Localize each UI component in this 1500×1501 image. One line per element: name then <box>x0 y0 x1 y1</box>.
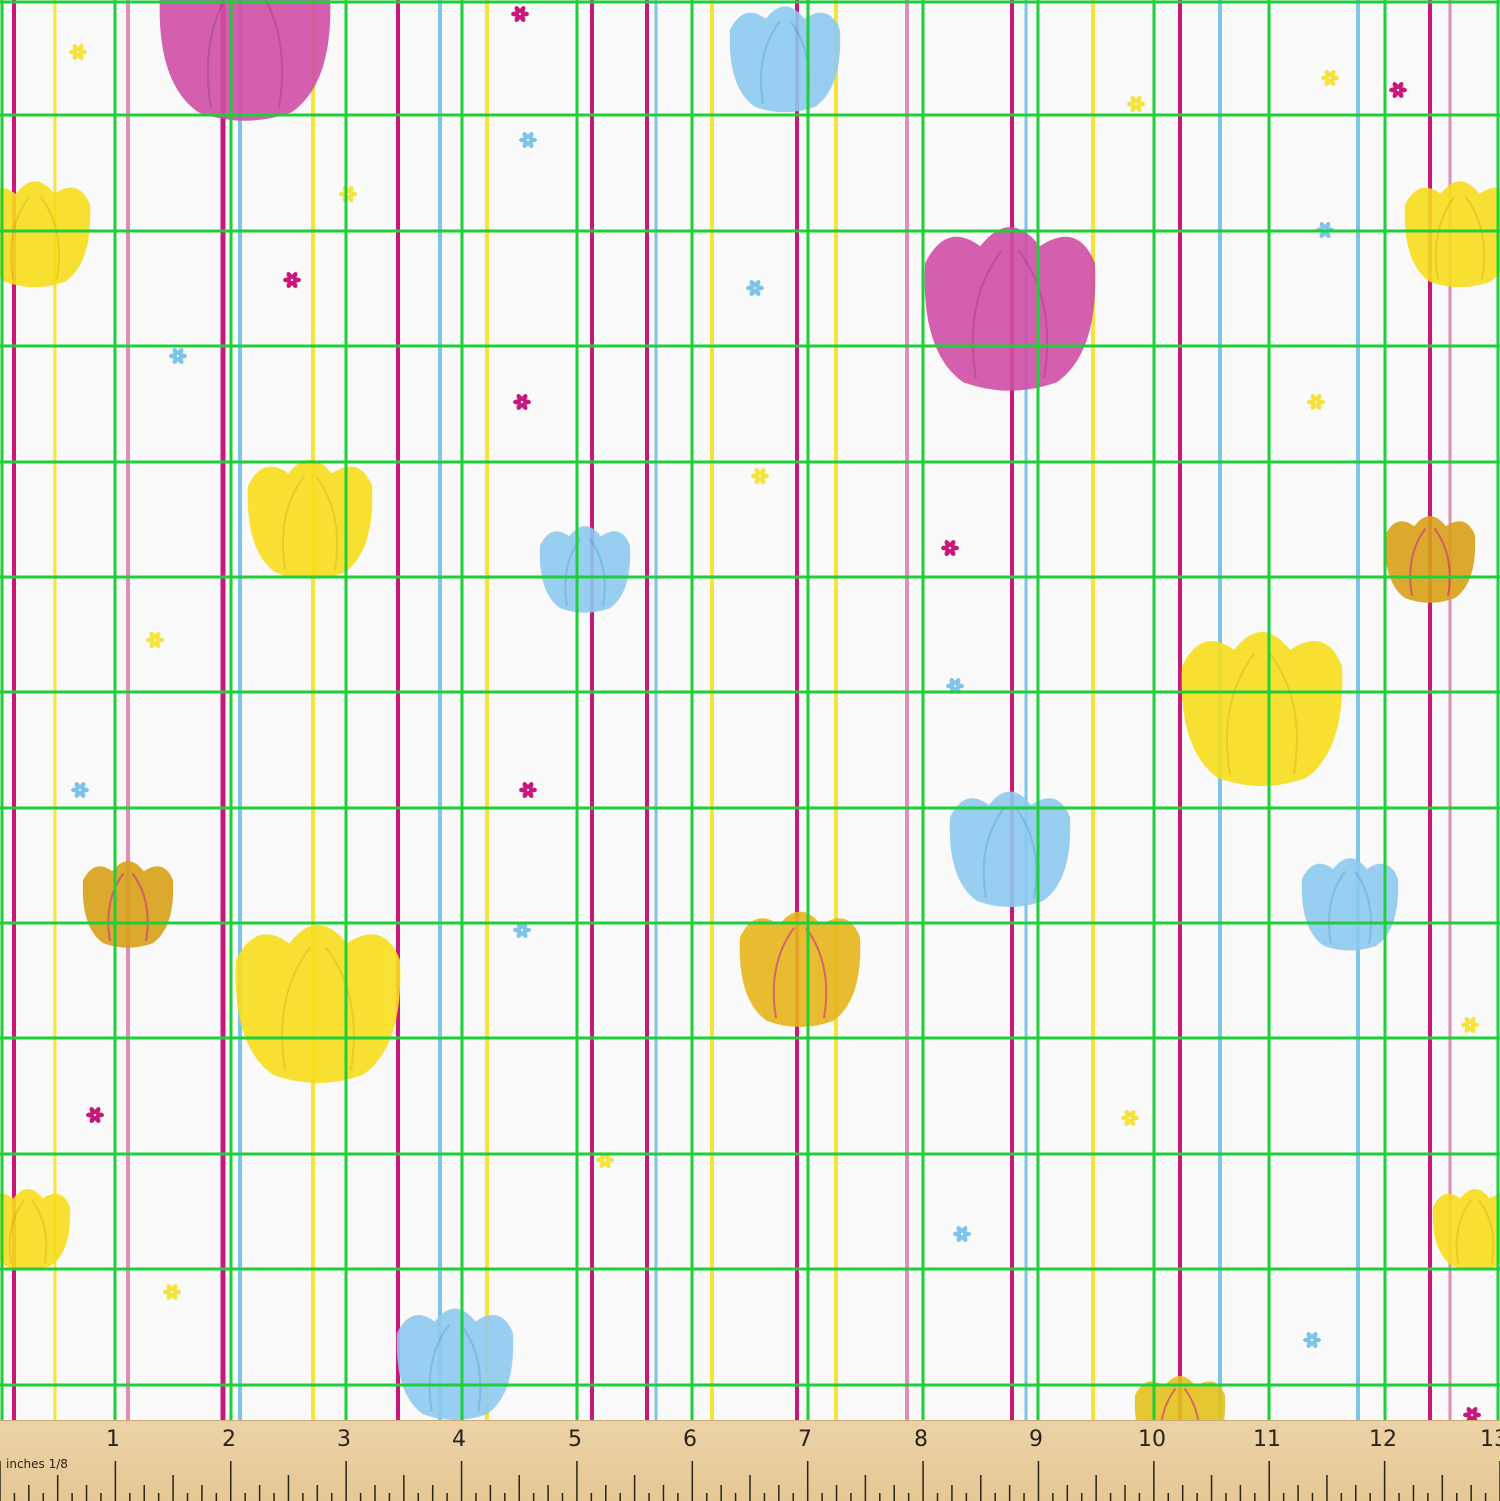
small-flower-icon <box>513 393 531 411</box>
stripe <box>220 0 226 1500</box>
tulip-icon <box>159 0 331 121</box>
ruler-number-6: 6 <box>683 1427 697 1452</box>
ruler-number-7: 7 <box>798 1427 812 1452</box>
stripe <box>654 0 658 1500</box>
stripe <box>1091 0 1095 1500</box>
stripe <box>1024 0 1028 1500</box>
small-flower-icon <box>86 1106 104 1124</box>
small-flower-icon <box>1303 1331 1321 1349</box>
small-flower-icon <box>146 631 164 649</box>
tulip-icon <box>1181 632 1343 786</box>
stripe <box>710 0 714 1500</box>
small-flower-icon <box>169 347 187 365</box>
stripe <box>1356 0 1360 1500</box>
small-flower-icon <box>511 5 529 23</box>
tulip-icon <box>0 1189 71 1270</box>
stripe <box>905 0 909 1500</box>
stripe <box>1178 0 1182 1500</box>
small-flower-icon <box>1461 1016 1479 1034</box>
tulip-icon <box>396 1308 514 1421</box>
tulip-icon <box>235 925 401 1083</box>
stripe <box>396 0 400 1500</box>
small-flower-icon <box>163 1283 181 1301</box>
ruler-number-4: 4 <box>452 1427 466 1452</box>
ruler-number-5: 5 <box>568 1427 582 1452</box>
small-flower-icon <box>1127 95 1145 113</box>
tulip-icon <box>1384 516 1476 603</box>
ruler-number-2: 2 <box>222 1427 236 1452</box>
tulip-icon <box>1432 1189 1500 1270</box>
small-flower-icon <box>339 185 357 203</box>
stripe <box>126 0 130 1500</box>
tulip-icon <box>0 181 91 288</box>
ruler-number-3: 3 <box>337 1427 351 1452</box>
small-flower-icon <box>283 271 301 289</box>
small-flower-icon <box>519 131 537 149</box>
fabric-swatch <box>0 0 1500 1500</box>
small-flower-icon <box>519 781 537 799</box>
stripe <box>1010 0 1014 1500</box>
tulip-icon <box>82 861 174 948</box>
stripe <box>834 0 838 1500</box>
tulip-icon <box>247 459 373 579</box>
ruler-number-13: 13 <box>1480 1427 1500 1452</box>
tulip-icon <box>729 6 841 113</box>
small-flower-icon <box>71 781 89 799</box>
stripe <box>238 0 242 1500</box>
ruler-number-8: 8 <box>914 1427 928 1452</box>
small-flower-icon <box>1389 81 1407 99</box>
ruler-number-11: 11 <box>1253 1427 1281 1452</box>
small-flower-icon <box>751 467 769 485</box>
tulip-icon <box>539 526 631 613</box>
measuring-ruler: inches 1/8 1 2 3 4 5 6 7 8 9 10 11 12 13 <box>0 1420 1500 1501</box>
stripe <box>485 0 489 1500</box>
small-flower-icon <box>69 43 87 61</box>
small-flower-icon <box>746 279 764 297</box>
stripe <box>645 0 649 1500</box>
tulip-icon <box>1404 181 1500 288</box>
tulip-icon <box>739 911 861 1027</box>
small-flower-icon <box>953 1225 971 1243</box>
small-flower-icon <box>1307 393 1325 411</box>
stripe <box>311 0 315 1500</box>
small-flower-icon <box>1321 69 1339 87</box>
tulip-icon <box>924 227 1096 391</box>
small-flower-icon <box>1121 1109 1139 1127</box>
ruler-number-12: 12 <box>1369 1427 1397 1452</box>
small-flower-icon <box>941 539 959 557</box>
stripe <box>795 0 799 1500</box>
ruler-unit-label: inches 1/8 <box>6 1457 68 1471</box>
ruler-number-9: 9 <box>1029 1427 1043 1452</box>
ruler-number-1: 1 <box>106 1427 120 1452</box>
stripe <box>590 0 594 1500</box>
ruler-number-10: 10 <box>1138 1427 1166 1452</box>
stripe <box>438 0 442 1500</box>
